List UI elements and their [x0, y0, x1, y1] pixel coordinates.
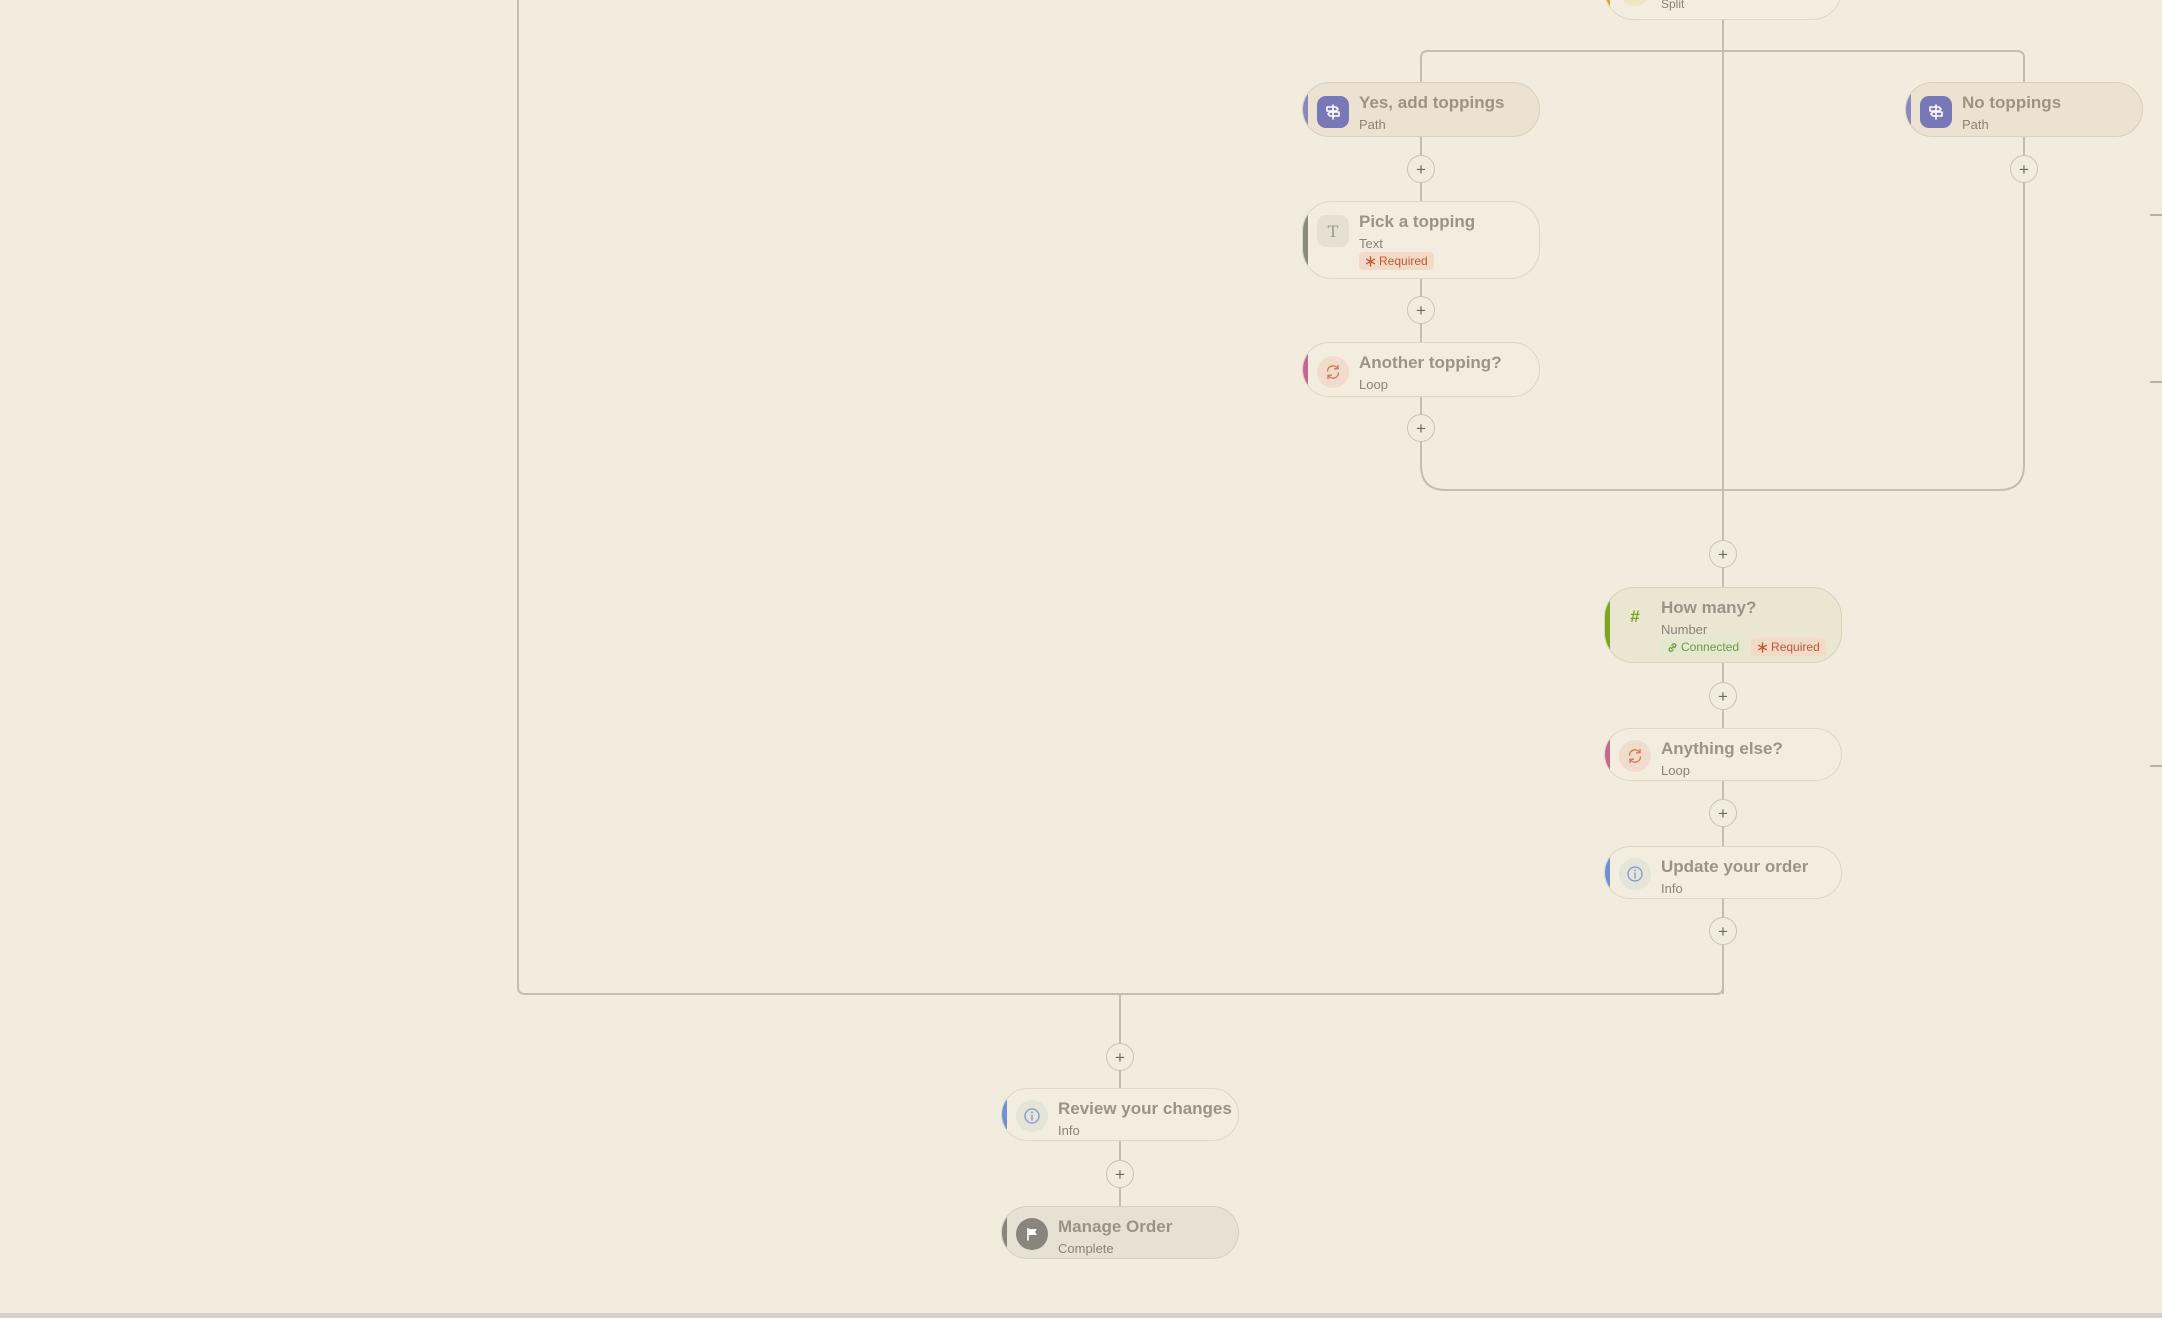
node-title: Yes, add toppings: [1359, 93, 1505, 112]
node-no-toppings[interactable]: No toppings Path: [1905, 82, 2143, 137]
flag-icon: [1016, 1218, 1048, 1250]
node-subtitle: Path: [1962, 117, 1989, 132]
node-how-many[interactable]: # How many? Number Connected Required: [1604, 587, 1842, 663]
node-subtitle: Info: [1058, 1123, 1080, 1138]
split-node[interactable]: Split: [1604, 0, 1842, 20]
node-subtitle: Info: [1661, 881, 1683, 896]
node-subtitle: Loop: [1661, 763, 1690, 778]
offscreen-connector-mark: [2150, 214, 2162, 216]
canvas-bottom-edge: [0, 1313, 2162, 1318]
node-subtitle: Path: [1359, 117, 1386, 132]
flow-canvas[interactable]: Split Yes, add toppings Path No toppings…: [0, 0, 2162, 1318]
split-icon: [1619, 0, 1651, 6]
add-step-button[interactable]: +: [1709, 799, 1737, 827]
info-icon: [1016, 1100, 1048, 1132]
add-step-button[interactable]: +: [2010, 155, 2038, 183]
node-pick-a-topping[interactable]: T Pick a topping Text Required: [1302, 201, 1540, 279]
add-step-button[interactable]: +: [1709, 917, 1737, 945]
node-review-your-changes[interactable]: Review your changes Info: [1001, 1088, 1239, 1141]
node-subtitle: Number: [1661, 622, 1708, 637]
add-step-button[interactable]: +: [1709, 540, 1737, 568]
loop-icon: [1619, 740, 1651, 772]
add-step-button[interactable]: +: [1709, 682, 1737, 710]
required-badge: Required: [1359, 252, 1434, 270]
signpost-icon: [1317, 96, 1349, 128]
add-step-button[interactable]: +: [1106, 1160, 1134, 1188]
node-subtitle: Loop: [1359, 377, 1388, 392]
node-yes-add-toppings[interactable]: Yes, add toppings Path: [1302, 82, 1540, 137]
node-title: Anything else?: [1661, 739, 1783, 758]
node-badges: Connected Required: [1661, 638, 1826, 656]
node-subtitle: Complete: [1058, 1241, 1114, 1256]
asterisk-icon: [1365, 255, 1376, 267]
node-manage-order[interactable]: Manage Order Complete: [1001, 1206, 1239, 1259]
offscreen-connector-mark: [2150, 381, 2162, 383]
node-another-topping[interactable]: Another topping? Loop: [1302, 342, 1540, 397]
signpost-icon: [1920, 96, 1952, 128]
add-step-button[interactable]: +: [1407, 155, 1435, 183]
connected-badge: Connected: [1661, 638, 1746, 656]
node-title: How many?: [1661, 598, 1757, 617]
node-title: Another topping?: [1359, 353, 1502, 372]
link-icon: [1668, 642, 1677, 652]
hash-icon: #: [1630, 607, 1640, 626]
node-anything-else[interactable]: Anything else? Loop: [1604, 728, 1842, 781]
split-subtitle: Split: [1661, 0, 1685, 11]
add-step-button[interactable]: +: [1407, 296, 1435, 324]
node-title: Update your order: [1661, 857, 1809, 876]
add-step-button[interactable]: +: [1106, 1043, 1134, 1071]
node-title: Pick a topping: [1359, 212, 1476, 231]
asterisk-icon: [1757, 641, 1768, 653]
node-update-your-order[interactable]: Update your order Info: [1604, 846, 1842, 899]
split-stripe: [1605, 0, 1610, 19]
required-badge: Required: [1751, 638, 1826, 656]
info-icon: [1619, 858, 1651, 890]
offscreen-connector-mark: [2150, 765, 2162, 767]
node-title: Review your changes: [1058, 1099, 1232, 1118]
node-title: No toppings: [1962, 93, 2062, 112]
node-title: Manage Order: [1058, 1217, 1173, 1236]
loop-icon: [1317, 356, 1349, 388]
node-badges: Required: [1359, 252, 1434, 270]
add-step-button[interactable]: +: [1407, 414, 1435, 442]
node-subtitle: Text: [1359, 236, 1383, 251]
text-icon: T: [1317, 215, 1349, 247]
